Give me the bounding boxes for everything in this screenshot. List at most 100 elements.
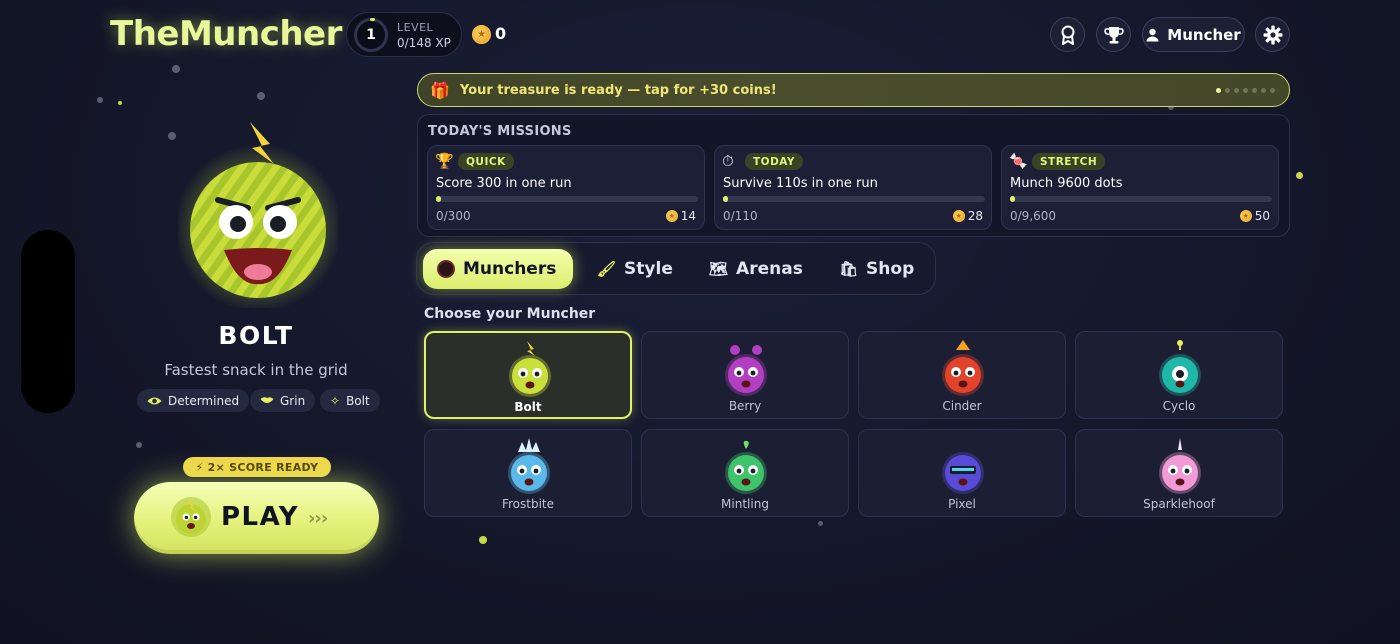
candy-icon: 🍬 <box>1009 152 1028 170</box>
background-dot <box>118 101 122 105</box>
mission-progress: 0/9,600 <box>1010 209 1057 223</box>
background-dot <box>818 521 823 526</box>
hero-mini-avatar <box>171 497 211 537</box>
tab-arenas[interactable]: 🗺 Arenas <box>695 249 817 289</box>
coin-icon <box>952 210 965 222</box>
character-card-mintling[interactable]: Mintling <box>641 429 849 517</box>
mission-badge: QUICK <box>458 153 514 170</box>
mission-reward: 14 <box>665 209 696 223</box>
missions-panel: TODAY'S MISSIONS 🏆 QUICK Score 300 in on… <box>417 114 1290 237</box>
mission-progress-bar <box>1010 196 1272 202</box>
app-logo: TheMuncher <box>110 14 342 54</box>
level-number: 1 <box>366 27 376 43</box>
trophy-icon <box>1103 26 1124 43</box>
banner-pager <box>1216 88 1275 93</box>
mission-badge: STRETCH <box>1032 153 1106 170</box>
gear-icon <box>1263 25 1282 44</box>
shopping-bag-icon: 🛍 <box>839 260 859 278</box>
character-avatar <box>509 341 551 397</box>
muncher-icon <box>437 260 455 278</box>
tab-shop[interactable]: 🛍 Shop <box>825 249 928 289</box>
mission-card[interactable]: 🍬 STRETCH Munch 9600 dots 0/9,600 50 <box>1001 145 1279 230</box>
character-card-bolt[interactable]: Bolt <box>424 331 632 419</box>
level-indicator[interactable]: 1 LEVEL 0/148 XP <box>346 12 462 57</box>
level-xp: 0/148 XP <box>397 36 451 50</box>
mission-card[interactable]: 🏆 QUICK Score 300 in one run 0/300 14 <box>427 145 705 230</box>
gift-icon: 🎁 <box>430 80 450 100</box>
background-dot <box>97 97 103 103</box>
character-avatar <box>725 440 767 494</box>
stopwatch-icon: ⏱ <box>722 152 734 170</box>
coin-icon <box>665 210 678 222</box>
mission-reward: 50 <box>1239 209 1270 223</box>
brush-icon: 🖌 <box>597 260 617 278</box>
pager-dot <box>1270 88 1275 93</box>
character-avatar <box>1159 438 1201 494</box>
pager-dot <box>1234 88 1239 93</box>
eye-icon <box>147 397 162 404</box>
leaderboard-button[interactable] <box>1096 17 1131 52</box>
character-avatar <box>725 345 767 396</box>
pager-dot <box>1252 88 1257 93</box>
character-card-sparklehoof[interactable]: Sparklehoof <box>1075 429 1283 517</box>
hero-character-portrait <box>178 122 338 308</box>
sparkle-icon: ✧ <box>330 393 341 408</box>
pager-dot <box>1243 88 1248 93</box>
device-notch <box>21 230 75 413</box>
missions-title: TODAY'S MISSIONS <box>428 124 572 139</box>
mission-progress-fill <box>723 196 729 202</box>
hero-tagline: Fastest snack in the grid <box>164 361 348 379</box>
character-card-cyclo[interactable]: Cyclo <box>1075 331 1283 419</box>
score-badge-label: 2× SCORE READY <box>207 460 319 474</box>
mission-reward-value: 14 <box>680 209 696 223</box>
lips-icon <box>260 397 274 403</box>
choose-title: Choose your Muncher <box>424 306 596 322</box>
background-dot <box>257 92 265 100</box>
mission-badge: TODAY <box>745 153 804 170</box>
character-name: Frostbite <box>501 497 555 511</box>
trait-grin[interactable]: Grin <box>250 389 316 412</box>
settings-button[interactable] <box>1255 17 1290 52</box>
level-ring: 1 <box>354 18 388 52</box>
treasure-text: Your treasure is ready — tap for +30 coi… <box>459 82 777 98</box>
achievements-button[interactable] <box>1050 17 1085 52</box>
character-card-berry[interactable]: Berry <box>641 331 849 419</box>
coin-icon <box>1239 210 1252 222</box>
mission-text: Score 300 in one run <box>436 176 572 191</box>
user-icon <box>1146 28 1159 41</box>
character-name: Berry <box>728 399 762 413</box>
mission-progress-fill <box>1010 196 1016 202</box>
pager-dot <box>1225 88 1230 93</box>
background-dot <box>136 442 142 448</box>
trophy-icon: 🏆 <box>435 152 454 170</box>
play-arrows: ››› <box>308 508 328 529</box>
tab-label: Shop <box>866 259 915 279</box>
tab-style[interactable]: 🖌 Style <box>583 249 687 289</box>
character-card-cinder[interactable]: Cinder <box>858 331 1066 419</box>
pager-dot <box>1216 88 1221 93</box>
character-name: Bolt <box>514 400 542 414</box>
character-avatar <box>942 452 984 494</box>
treasure-banner[interactable]: 🎁 Your treasure is ready — tap for +30 c… <box>417 73 1290 107</box>
coin-icon <box>472 25 491 44</box>
trait-label: Determined <box>168 393 240 408</box>
tab-munchers[interactable]: Munchers <box>423 249 573 289</box>
character-avatar <box>508 438 550 494</box>
trait-bolt[interactable]: ✧ Bolt <box>320 389 380 412</box>
character-card-frostbite[interactable]: Frostbite <box>424 429 632 517</box>
profile-label: Muncher <box>1167 25 1241 44</box>
character-name: Pixel <box>948 497 976 511</box>
mission-progress: 0/110 <box>723 209 758 223</box>
character-avatar <box>1159 340 1201 396</box>
character-name: Sparklehoof <box>1143 497 1215 511</box>
trait-determined[interactable]: Determined <box>137 389 250 412</box>
play-button[interactable]: PLAY ››› <box>134 482 379 554</box>
tab-label: Munchers <box>463 259 557 279</box>
mission-card[interactable]: ⏱ TODAY Survive 110s in one run 0/110 28 <box>714 145 992 230</box>
character-card-pixel[interactable]: Pixel <box>858 429 1066 517</box>
mission-progress-bar <box>723 196 985 202</box>
background-dot <box>168 132 176 140</box>
mission-progress: 0/300 <box>436 209 471 223</box>
profile-button[interactable]: Muncher <box>1142 17 1245 52</box>
background-dot <box>172 65 180 73</box>
